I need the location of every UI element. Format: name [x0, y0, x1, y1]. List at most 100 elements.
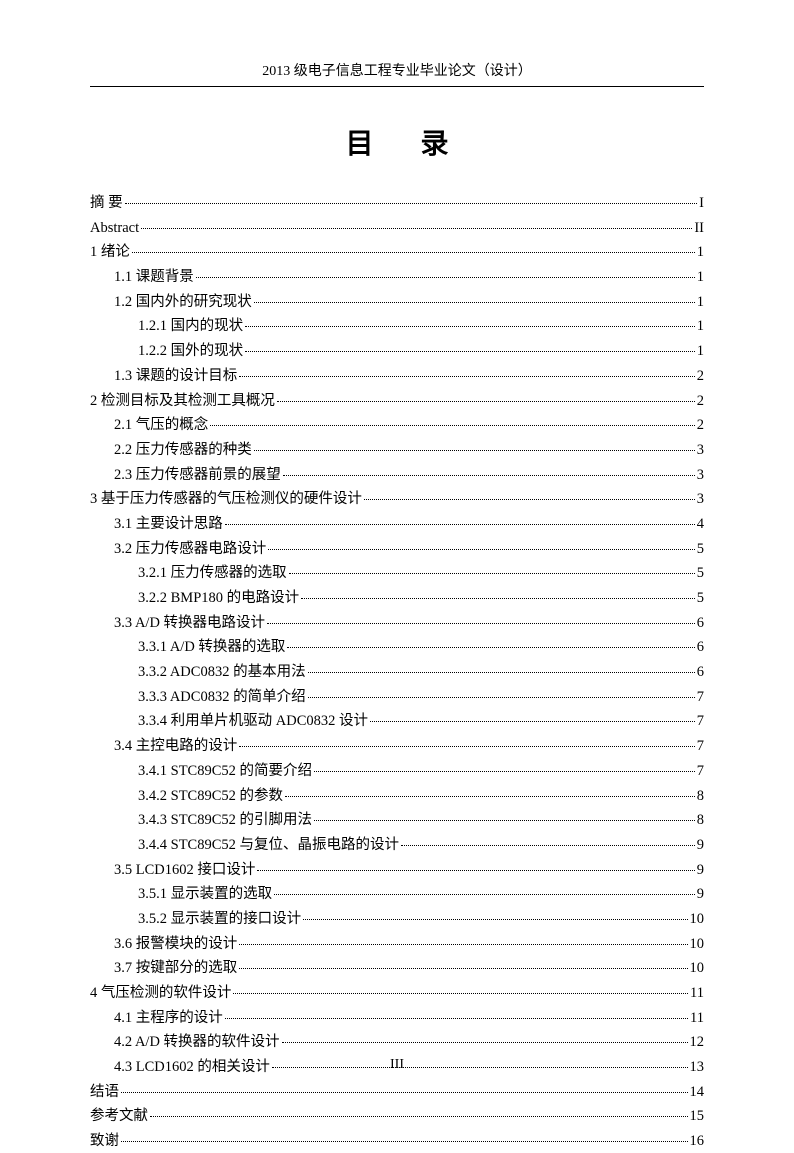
toc-leader-dots: [301, 598, 695, 599]
toc-entry: 3.3.1 A/D 转换器的选取6: [90, 636, 704, 659]
toc-entry: 3.7 按键部分的选取 10: [90, 957, 704, 980]
toc-label: 3.4.1 STC89C52 的简要介绍: [138, 760, 312, 783]
toc-label: Abstract: [90, 217, 139, 240]
toc-entry: 2 检测目标及其检测工具概况 2: [90, 390, 704, 413]
toc-entry: 3.4.4 STC89C52 与复位、晶振电路的设计9: [90, 834, 704, 857]
toc-entry: 3.3.3 ADC0832 的简单介绍 7: [90, 686, 704, 709]
toc-leader-dots: [257, 870, 694, 871]
toc-leader-dots: [196, 277, 695, 278]
toc-page-number: 9: [697, 859, 704, 882]
toc-label: 3.4.3 STC89C52 的引脚用法: [138, 809, 312, 832]
toc-page-number: 8: [697, 785, 704, 808]
toc-page-number: 11: [690, 982, 704, 1005]
toc-entry: 4.2 A/D 转换器的软件设计12: [90, 1031, 704, 1054]
toc-leader-dots: [401, 845, 695, 846]
toc-page-number: 2: [697, 390, 704, 413]
toc-leader-dots: [283, 475, 695, 476]
toc-page-number: 3: [697, 464, 704, 487]
toc-leader-dots: [233, 993, 688, 994]
toc-entry: 3.3.2 ADC0832 的基本用法6: [90, 661, 704, 684]
toc-label: 3.5 LCD1602 接口设计: [114, 859, 255, 882]
toc-label: 3.1 主要设计思路: [114, 513, 223, 536]
toc-leader-dots: [225, 524, 695, 525]
toc-leader-dots: [267, 623, 695, 624]
toc-label: 1.1 课题背景: [114, 266, 194, 289]
toc-page-number: 11: [690, 1007, 704, 1030]
toc-leader-dots: [150, 1116, 688, 1117]
toc-label: 4 气压检测的软件设计: [90, 982, 231, 1005]
toc-leader-dots: [287, 647, 694, 648]
toc-title: 目 录: [90, 122, 704, 162]
toc-page-number: 6: [697, 661, 704, 684]
toc-page-number: 6: [697, 636, 704, 659]
toc-page-number: 2: [697, 365, 704, 388]
toc-leader-dots: [289, 573, 695, 574]
toc-page-number: 9: [697, 883, 704, 906]
toc-label: 4.2 A/D 转换器的软件设计: [114, 1031, 280, 1054]
toc-page-number: 7: [697, 686, 704, 709]
toc-leader-dots: [225, 1018, 688, 1019]
toc-label: 1.2.1 国内的现状: [138, 315, 243, 338]
toc-label: 3.2.2 BMP180 的电路设计: [138, 587, 299, 610]
toc-label: 3.4.2 STC89C52 的参数: [138, 785, 283, 808]
toc-entry: 4 气压检测的软件设计 11: [90, 982, 704, 1005]
toc-label: 3.4 主控电路的设计: [114, 735, 237, 758]
toc-entry: 参考文献 15: [90, 1105, 704, 1128]
toc-entry: 1.3 课题的设计目标 2: [90, 365, 704, 388]
toc-page-number: 7: [697, 760, 704, 783]
toc-page-number: 5: [697, 587, 704, 610]
toc-page-number: 3: [697, 439, 704, 462]
toc-page-number: 15: [690, 1105, 705, 1128]
toc-leader-dots: [314, 771, 695, 772]
toc-leader-dots: [132, 252, 695, 253]
toc-page-number: 1: [697, 291, 704, 314]
toc-leader-dots: [210, 425, 695, 426]
toc-label: 3.6 报警模块的设计: [114, 933, 237, 956]
page-header: 2013 级电子信息工程专业毕业论文（设计）: [90, 60, 704, 87]
toc-label: 1.3 课题的设计目标: [114, 365, 237, 388]
toc-entry: 结语 14: [90, 1081, 704, 1104]
toc-leader-dots: [268, 549, 695, 550]
toc-leader-dots: [314, 820, 695, 821]
toc-label: 3.3.4 利用单片机驱动 ADC0832 设计: [138, 710, 368, 733]
toc-entry: 1.1 课题背景 1: [90, 266, 704, 289]
toc-label: 2.1 气压的概念: [114, 414, 208, 437]
toc-label: 3.3.3 ADC0832 的简单介绍: [138, 686, 306, 709]
toc-page-number: 1: [697, 340, 704, 363]
toc-label: 参考文献: [90, 1105, 148, 1128]
toc-label: 3 基于压力传感器的气压检测仪的硬件设计: [90, 488, 362, 511]
toc-label: 3.2.1 压力传感器的选取: [138, 562, 287, 585]
toc-entry: 1.2.2 国外的现状1: [90, 340, 704, 363]
toc-label: 1 绪论: [90, 241, 130, 264]
toc-label: 1.2 国内外的研究现状: [114, 291, 252, 314]
toc-page-number: 1: [697, 315, 704, 338]
toc-page-number: 10: [690, 908, 705, 931]
toc-entry: 3.4.3 STC89C52 的引脚用法 8: [90, 809, 704, 832]
toc-leader-dots: [303, 919, 687, 920]
toc-page-number: 10: [690, 957, 705, 980]
toc-page-number: 9: [697, 834, 704, 857]
toc-entry: 3.4 主控电路的设计7: [90, 735, 704, 758]
toc-leader-dots: [121, 1141, 688, 1142]
toc-page-number: 8: [697, 809, 704, 832]
toc-page-number: 2: [697, 414, 704, 437]
toc-label: 2 检测目标及其检测工具概况: [90, 390, 275, 413]
toc-leader-dots: [245, 326, 695, 327]
toc-entry: 致谢16: [90, 1130, 704, 1153]
toc-leader-dots: [254, 302, 695, 303]
toc-page-number: 14: [690, 1081, 705, 1104]
toc-label: 3.5.1 显示装置的选取: [138, 883, 272, 906]
toc-entry: 2.2 压力传感器的种类 3: [90, 439, 704, 462]
toc-page-number: 6: [697, 612, 704, 635]
toc-page-number: 1: [697, 266, 704, 289]
toc-leader-dots: [121, 1092, 688, 1093]
toc-page-number: 10: [690, 933, 705, 956]
toc-label: 2.2 压力传感器的种类: [114, 439, 252, 462]
toc-entry: 3.3 A/D 转换器电路设计6: [90, 612, 704, 635]
toc-label: 结语: [90, 1081, 119, 1104]
toc-entry: 3.4.1 STC89C52 的简要介绍 7: [90, 760, 704, 783]
toc-page-number: II: [694, 217, 704, 240]
toc-label: 3.7 按键部分的选取: [114, 957, 237, 980]
page-number: III: [0, 1057, 794, 1073]
toc-leader-dots: [274, 894, 695, 895]
